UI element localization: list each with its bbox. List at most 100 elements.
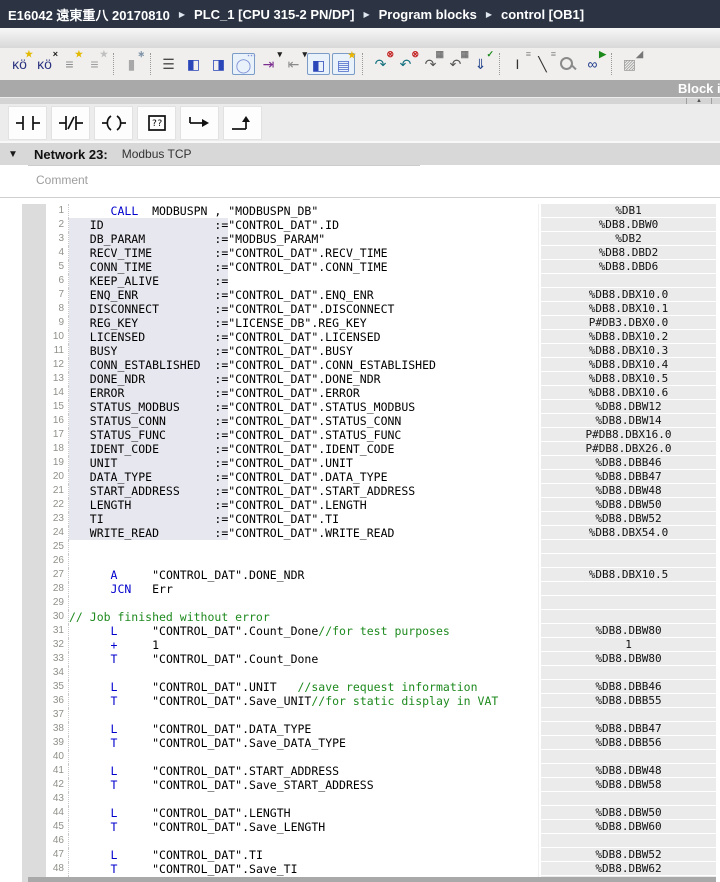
compile-download-icon[interactable]: ⇓✓ [469,53,492,75]
code-text[interactable]: REG_KEY :="LICENSE_DB".REG_KEY [69,316,538,330]
operand-address-cell: P#DB8.DBX26.0 [541,442,716,455]
code-text[interactable] [69,540,538,554]
code-line: 15 STATUS_MODBUS :="CONTROL_DAT".STATUS_… [46,400,720,414]
expand-all-networks-icon[interactable]: ☰ [157,53,180,75]
open-all-networks-icon[interactable]: ◧ [182,53,205,75]
line-number: 31 [46,624,69,638]
code-text[interactable]: A "CONTROL_DAT".DONE_NDR [69,568,538,582]
code-text[interactable]: JCN Err [69,582,538,596]
code-text[interactable]: T "CONTROL_DAT".Save_TI [69,862,538,876]
code-text[interactable]: T "CONTROL_DAT".Save_DATA_TYPE [69,736,538,750]
code-text[interactable]: T "CONTROL_DAT".Save_LENGTH [69,820,538,834]
code-text[interactable]: STATUS_MODBUS :="CONTROL_DAT".STATUS_MOD… [69,400,538,414]
code-text[interactable]: CALL MODBUSPN , "MODBUSPN_DB" [69,204,538,218]
breadcrumb-item[interactable]: E16042 遠東重八 20170810 [8,5,170,24]
code-text[interactable] [69,750,538,764]
insert-network-icon[interactable]: ĸö★ [8,53,31,75]
code-text[interactable]: + 1 [69,638,538,652]
code-text[interactable]: L "CONTROL_DAT".DATA_TYPE [69,722,538,736]
code-text[interactable]: LENGTH :="CONTROL_DAT".LENGTH [69,498,538,512]
insert-stl-line-alt-icon[interactable]: ≡★ [83,53,106,75]
code-text[interactable]: RECV_TIME :="CONTROL_DAT".RECV_TIME [69,246,538,260]
insert-box-gray-icon[interactable]: ⇤▾ [282,53,305,75]
code-text[interactable]: DONE_NDR :="CONTROL_DAT".DONE_NDR [69,372,538,386]
code-text[interactable]: WRITE_READ :="CONTROL_DAT".WRITE_READ [69,526,538,540]
code-text[interactable]: CONN_TIME :="CONTROL_DAT".CONN_TIME [69,260,538,274]
code-text[interactable] [69,792,538,806]
code-text[interactable] [69,666,538,680]
network-comments-toggle-icon[interactable]: ◯⋯ [232,53,255,75]
code-text[interactable]: BUSY :="CONTROL_DAT".BUSY [69,344,538,358]
line-number: 19 [46,456,69,470]
code-line: 14 ERROR :="CONTROL_DAT".ERROR%DB8.DBX10… [46,386,720,400]
coil-button[interactable] [94,106,133,140]
code-text[interactable]: // Job finished without error [69,610,538,624]
code-text[interactable]: KEEP_ALIVE := [69,274,538,288]
absolute-operand-toggle-icon[interactable]: ◧ [307,53,330,75]
collapse-network-icon[interactable]: ▼ [8,149,34,160]
code-text[interactable]: T "CONTROL_DAT".Save_START_ADDRESS [69,778,538,792]
code-text[interactable]: CONN_ESTABLISHED :="CONTROL_DAT".CONN_ES… [69,358,538,372]
undo-discard-icon[interactable]: ↶⊗ [394,53,417,75]
code-text[interactable]: L "CONTROL_DAT".LENGTH [69,806,538,820]
no-contact-button[interactable] [8,106,47,140]
code-text[interactable] [69,834,538,848]
toolbar-separator [494,53,500,75]
find-replace-icon[interactable] [556,53,579,75]
insert-stl-line-icon[interactable]: ≡★ [58,53,81,75]
call-structure-icon[interactable]: ╲≡ [531,53,554,75]
code-text[interactable]: IDENT_CODE :="CONTROL_DAT".IDENT_CODE [69,442,538,456]
code-text[interactable]: START_ADDRESS :="CONTROL_DAT".START_ADDR… [69,484,538,498]
code-text[interactable]: LICENSED :="CONTROL_DAT".LICENSED [69,330,538,344]
code-text[interactable]: UNIT :="CONTROL_DAT".UNIT [69,456,538,470]
operand-address-cell [541,274,716,287]
operand-address-cell: %DB8.DBX10.6 [541,386,716,399]
operand-address-cell: %DB8.DBB56 [541,736,716,749]
open-branch-button[interactable] [180,106,219,140]
block-interface-pane-header[interactable]: Block in [0,80,720,97]
block-properties-icon[interactable]: ▨◢ [618,53,641,75]
breadcrumb-item[interactable]: Program blocks [379,7,477,22]
breadcrumb-item[interactable]: PLC_1 [CPU 315-2 PN/DP] [194,7,354,22]
close-all-networks-icon[interactable]: ◨ [207,53,230,75]
control-structure-icon[interactable]: I≡ [506,53,529,75]
code-text[interactable]: STATUS_CONN :="CONTROL_DAT".STATUS_CONN [69,414,538,428]
code-line: 18 IDENT_CODE :="CONTROL_DAT".IDENT_CODE… [46,442,720,456]
monitoring-glasses-icon[interactable]: ∞▶ [581,53,604,75]
discard-changes-icon[interactable]: ↷⊗ [369,53,392,75]
operand-address-cell: %DB8.DBB47 [541,722,716,735]
code-text[interactable]: ID :="CONTROL_DAT".ID [69,218,538,232]
code-text[interactable]: DB_PARAM :="MODBUS_PARAM" [69,232,538,246]
network-subtitle[interactable]: Modbus TCP [122,147,192,161]
operand-address-cell: %DB8.DBB46 [541,456,716,469]
code-text[interactable]: DISCONNECT :="CONTROL_DAT".DISCONNECT [69,302,538,316]
code-text[interactable] [69,554,538,568]
code-text[interactable]: TI :="CONTROL_DAT".TI [69,512,538,526]
code-text[interactable] [69,596,538,610]
code-text[interactable] [69,708,538,722]
operand-address-column: P#DB8.DBX16.0 [538,428,716,442]
code-text[interactable]: ENQ_ENR :="CONTROL_DAT".ENQ_ENR [69,288,538,302]
data-block-icon[interactable]: ▮∗ [120,53,143,75]
network-comment-box[interactable]: Comment [0,165,720,198]
insert-box-icon[interactable]: ⇥▾ [257,53,280,75]
horizontal-scrollbar[interactable] [28,877,716,882]
favorites-toggle-icon[interactable]: ▤★ [332,53,355,75]
delete-network-icon[interactable]: ĸö× [33,53,56,75]
code-text[interactable]: L "CONTROL_DAT".START_ADDRESS [69,764,538,778]
code-text[interactable]: ERROR :="CONTROL_DAT".ERROR [69,386,538,400]
code-text[interactable]: L "CONTROL_DAT".Count_Done//for test pur… [69,624,538,638]
code-text[interactable]: T "CONTROL_DAT".Count_Done [69,652,538,666]
code-text[interactable]: STATUS_FUNC :="CONTROL_DAT".STATUS_FUNC [69,428,538,442]
code-text[interactable]: L "CONTROL_DAT".TI [69,848,538,862]
undo-to-memory-icon[interactable]: ↶▦ [444,53,467,75]
code-text[interactable]: L "CONTROL_DAT".UNIT //save request info… [69,680,538,694]
code-text[interactable]: DATA_TYPE :="CONTROL_DAT".DATA_TYPE [69,470,538,484]
redo-to-memory-icon[interactable]: ↷▦ [419,53,442,75]
code-text[interactable]: T "CONTROL_DAT".Save_UNIT//for static di… [69,694,538,708]
operand-address-column: %DB8.DBW52 [538,512,716,526]
breadcrumb-item[interactable]: control [OB1] [501,7,584,22]
nc-contact-button[interactable] [51,106,90,140]
close-branch-button[interactable] [223,106,262,140]
empty-box-button[interactable]: ?? [137,106,176,140]
